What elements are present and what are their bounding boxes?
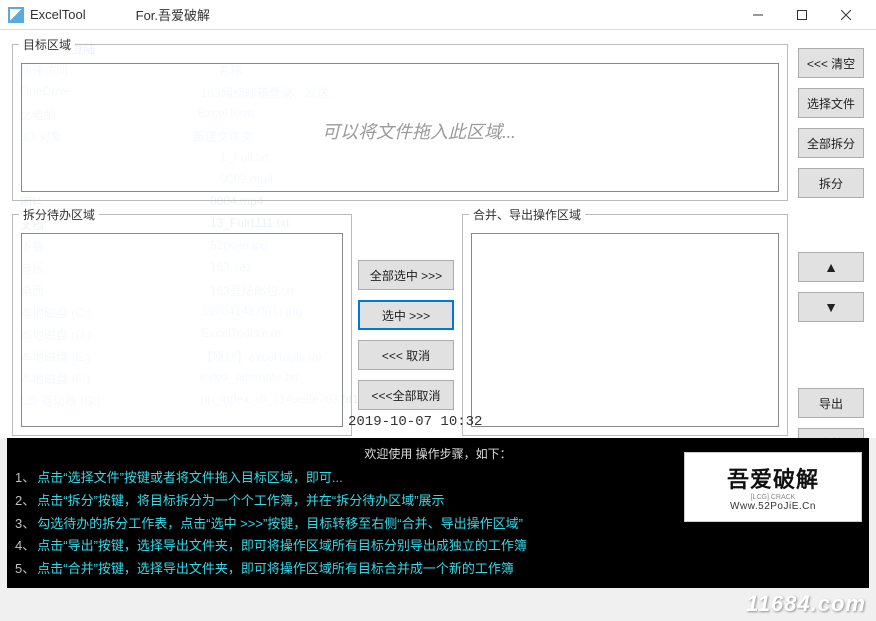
split-pending-list[interactable] <box>21 233 343 427</box>
instruction-line-5: 5、点击“合并”按键，选择导出文件夹，即可将操作区域所有目标合并成一个新的工作簿 <box>15 558 861 581</box>
site-logo: 吾爱破解 [LCG] CRACK Www.52PoJiE.Cn <box>684 452 862 522</box>
target-region-group: 目标区域 可以将文件拖入此区域... <box>12 36 788 201</box>
main-area: › 163模拟登陆 快速访问名称 OneDrive163网络邮箱登录、发送...… <box>0 30 876 438</box>
window-titlebar: ExcelTool For.吾爱破解 <box>0 0 876 30</box>
logo-text: 吾爱破解 <box>727 462 819 494</box>
app-title: ExcelTool <box>30 7 86 22</box>
select-button[interactable]: 选中 >>> <box>358 300 454 330</box>
cancel-all-button[interactable]: <<<全部取消 <box>358 380 454 410</box>
target-region-legend: 目标区域 <box>19 36 75 53</box>
logo-url: Www.52PoJiE.Cn <box>730 501 816 512</box>
dropzone-hint: 可以将文件拖入此区域... <box>322 118 516 144</box>
timestamp-label: 2019-10-07 10:32 <box>348 414 482 430</box>
clear-button[interactable]: <<< 清空 <box>798 48 864 78</box>
select-all-button[interactable]: 全部选中 >>> <box>358 260 454 290</box>
app-subtitle: For.吾爱破解 <box>136 5 210 24</box>
minimize-button[interactable] <box>736 0 780 30</box>
logo-crack-text: [LCG] CRACK <box>751 494 796 501</box>
merge-export-group: 合并、导出操作区域 <box>462 206 788 436</box>
cancel-button[interactable]: <<< 取消 <box>358 340 454 370</box>
split-pending-legend: 拆分待办区域 <box>19 206 99 223</box>
close-button[interactable] <box>824 0 868 30</box>
file-dropzone[interactable]: 可以将文件拖入此区域... <box>21 63 779 192</box>
move-up-button[interactable]: ▲ <box>798 252 864 282</box>
move-down-button[interactable]: ▼ <box>798 292 864 322</box>
merge-export-list[interactable] <box>471 233 779 427</box>
export-button[interactable]: 导出 <box>798 388 864 418</box>
choose-file-button[interactable]: 选择文件 <box>798 88 864 118</box>
split-pending-group: 拆分待办区域 <box>12 206 352 436</box>
app-icon <box>8 7 24 23</box>
split-button[interactable]: 拆分 <box>798 168 864 198</box>
instruction-line-4: 4、点击“导出”按键，选择导出文件夹，即可将操作区域所有目标分别导出成独立的工作… <box>15 535 861 558</box>
merge-export-legend: 合并、导出操作区域 <box>469 206 585 223</box>
watermark: 11684.com <box>746 591 866 617</box>
maximize-button[interactable] <box>780 0 824 30</box>
split-all-button[interactable]: 全部拆分 <box>798 128 864 158</box>
